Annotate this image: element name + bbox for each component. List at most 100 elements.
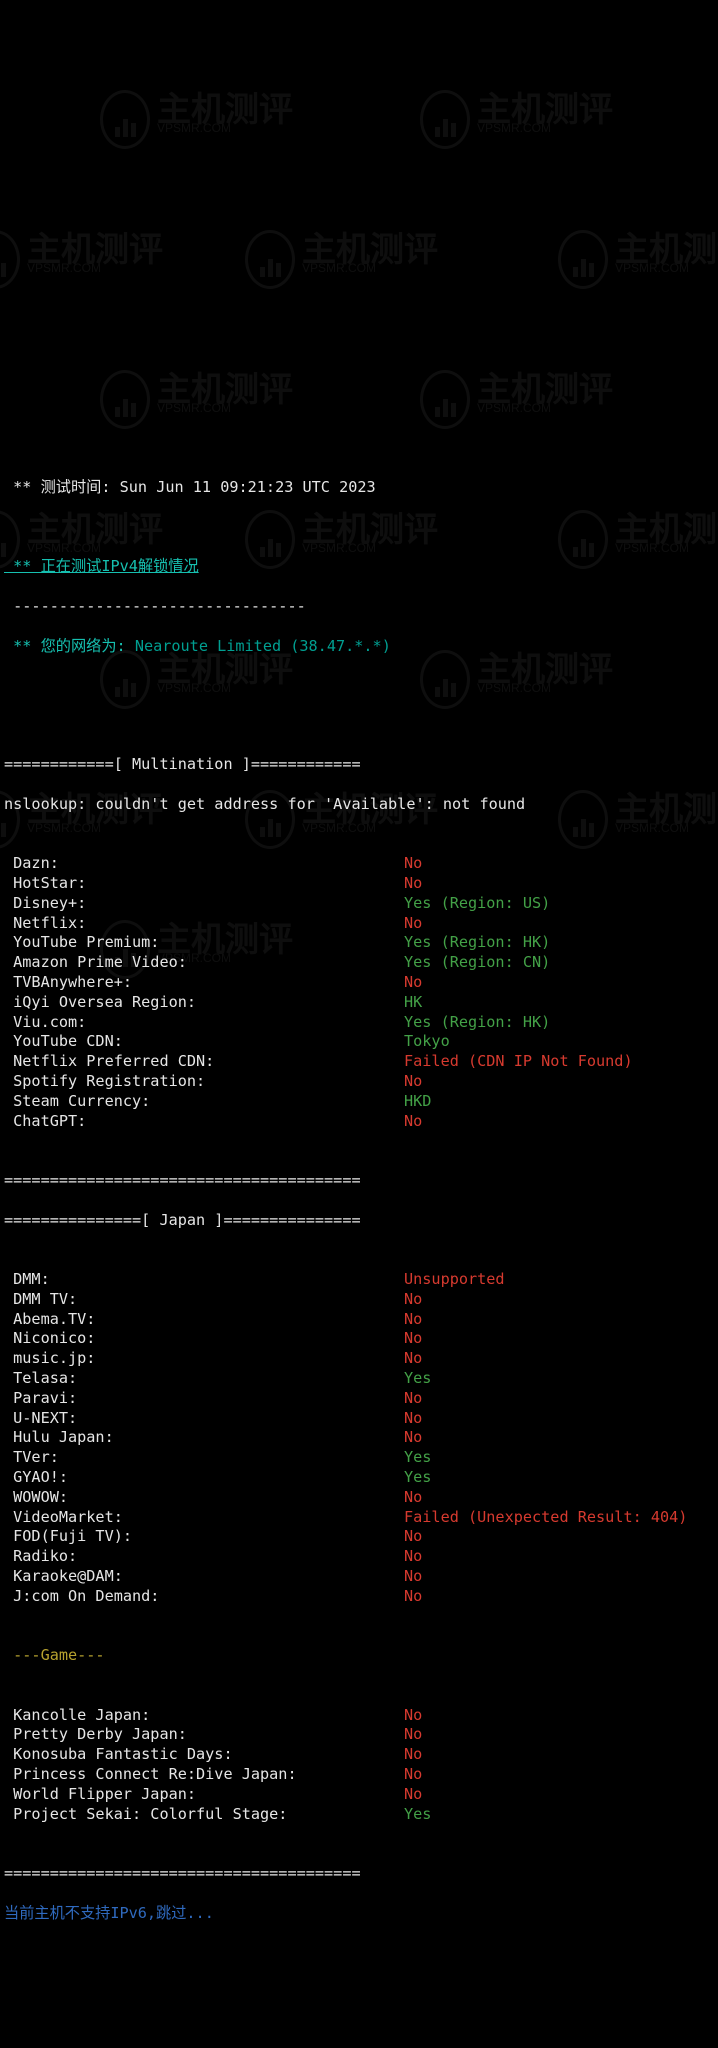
watermark-text-url: VPSMR.COM [157, 399, 293, 419]
result-value: Tokyo [404, 1032, 450, 1052]
result-row: HotStar:No [4, 874, 718, 894]
result-row: DMM TV:No [4, 1290, 718, 1310]
result-label: J:com On Demand: [4, 1587, 404, 1607]
result-row: TVer:Yes [4, 1448, 718, 1468]
result-value: No [404, 1310, 422, 1330]
result-value: No [404, 1785, 422, 1805]
result-label: Paravi: [4, 1389, 404, 1409]
network-value: Nearoute Limited (38.47.*.*) [135, 637, 391, 655]
result-label: GYAO!: [4, 1468, 404, 1488]
result-value: Failed (CDN IP Not Found) [404, 1052, 633, 1072]
watermark-text-cn: 主机测评 [157, 381, 293, 401]
result-row: World Flipper Japan:No [4, 1785, 718, 1805]
result-row: YouTube CDN:Tokyo [4, 1032, 718, 1052]
ipv4-test-header: ** 正在测试IPv4解锁情况 [4, 557, 199, 575]
result-value: No [404, 973, 422, 993]
watermark-text-url: VPSMR.COM [615, 259, 718, 279]
result-label: DMM: [4, 1270, 404, 1290]
watermark-text-url: VPSMR.COM [477, 399, 613, 419]
result-label: Spotify Registration: [4, 1072, 404, 1092]
result-row: VideoMarket:Failed (Unexpected Result: 4… [4, 1508, 718, 1528]
result-label: Telasa: [4, 1369, 404, 1389]
result-value: HKD [404, 1092, 431, 1112]
watermark-icon [420, 90, 470, 149]
result-row: Radiko:No [4, 1547, 718, 1567]
result-row: Kancolle Japan:No [4, 1706, 718, 1726]
result-value: No [404, 1706, 422, 1726]
result-row: FOD(Fuji TV):No [4, 1527, 718, 1547]
result-value: No [404, 1745, 422, 1765]
watermark-icon [558, 230, 608, 289]
result-value: Yes [404, 1369, 431, 1389]
result-label: Pretty Derby Japan: [4, 1725, 404, 1745]
watermark-text-cn: 主机测评 [157, 101, 293, 121]
result-label: Netflix Preferred CDN: [4, 1052, 404, 1072]
result-label: TVBAnywhere+: [4, 973, 404, 993]
watermark-icon [100, 370, 150, 429]
result-row: Konosuba Fantastic Days:No [4, 1745, 718, 1765]
result-row: Spotify Registration:No [4, 1072, 718, 1092]
result-value: No [404, 1389, 422, 1409]
watermark-text-cn: 主机测评 [302, 241, 438, 261]
result-row: U-NEXT:No [4, 1409, 718, 1429]
result-label: Radiko: [4, 1547, 404, 1567]
result-row: Viu.com:Yes (Region: HK) [4, 1013, 718, 1033]
result-label: Konosuba Fantastic Days: [4, 1745, 404, 1765]
result-row: Abema.TV:No [4, 1310, 718, 1330]
result-label: music.jp: [4, 1349, 404, 1369]
result-value: Yes [404, 1468, 431, 1488]
result-label: Project Sekai: Colorful Stage: [4, 1805, 404, 1825]
result-label: Steam Currency: [4, 1092, 404, 1112]
result-label: Princess Connect Re:Dive Japan: [4, 1765, 404, 1785]
result-label: YouTube CDN: [4, 1032, 404, 1052]
test-time-label: ** 测试时间: [4, 478, 120, 496]
network-label: ** 您的网络为: [4, 637, 135, 655]
result-value: No [404, 1725, 422, 1745]
result-row: Steam Currency:HKD [4, 1092, 718, 1112]
watermark-text-cn: 主机测评 [27, 241, 163, 261]
result-value: No [404, 1765, 422, 1785]
result-value: Yes (Region: US) [404, 894, 550, 914]
result-row: ChatGPT:No [4, 1112, 718, 1132]
result-value: No [404, 1488, 422, 1508]
result-row: Disney+:Yes (Region: US) [4, 894, 718, 914]
result-row: WOWOW:No [4, 1488, 718, 1508]
result-value: No [404, 1349, 422, 1369]
result-row: J:com On Demand:No [4, 1587, 718, 1607]
result-value: Yes (Region: CN) [404, 953, 550, 973]
separator-eq: ======================================= [4, 1171, 361, 1189]
result-label: Viu.com: [4, 1013, 404, 1033]
section-header-japan: ===============[ Japan ]=============== [4, 1211, 361, 1229]
result-label: World Flipper Japan: [4, 1785, 404, 1805]
test-time-value: Sun Jun 11 09:21:23 UTC 2023 [120, 478, 376, 496]
ipv6-skip-line: 当前主机不支持IPv6,跳过... [4, 1904, 214, 1922]
result-row: YouTube Premium:Yes (Region: HK) [4, 933, 718, 953]
result-value: Yes [404, 1448, 431, 1468]
result-row: DMM:Unsupported [4, 1270, 718, 1290]
result-label: ChatGPT: [4, 1112, 404, 1132]
result-row: Dazn:No [4, 854, 718, 874]
result-value: No [404, 1527, 422, 1547]
watermark-text-url: VPSMR.COM [157, 119, 293, 139]
terminal-output: ** 测试时间: Sun Jun 11 09:21:23 UTC 2023 **… [4, 458, 718, 1943]
watermark-icon [100, 90, 150, 149]
result-row: music.jp:No [4, 1349, 718, 1369]
result-row: Project Sekai: Colorful Stage:Yes [4, 1805, 718, 1825]
separator-eq-2: ======================================= [4, 1864, 361, 1882]
watermark-icon [0, 230, 20, 289]
result-value: Yes (Region: HK) [404, 933, 550, 953]
result-value: No [404, 874, 422, 894]
watermark-icon [420, 370, 470, 429]
result-value: No [404, 1567, 422, 1587]
result-label: Amazon Prime Video: [4, 953, 404, 973]
result-row: Netflix:No [4, 914, 718, 934]
game-subheader: ---Game--- [4, 1646, 105, 1664]
result-value: No [404, 1072, 422, 1092]
result-row: TVBAnywhere+:No [4, 973, 718, 993]
result-label: Hulu Japan: [4, 1428, 404, 1448]
result-label: FOD(Fuji TV): [4, 1527, 404, 1547]
watermark-text-cn: 主机测评 [477, 101, 613, 121]
result-row: Niconico:No [4, 1329, 718, 1349]
result-value: Unsupported [404, 1270, 505, 1290]
result-label: Netflix: [4, 914, 404, 934]
